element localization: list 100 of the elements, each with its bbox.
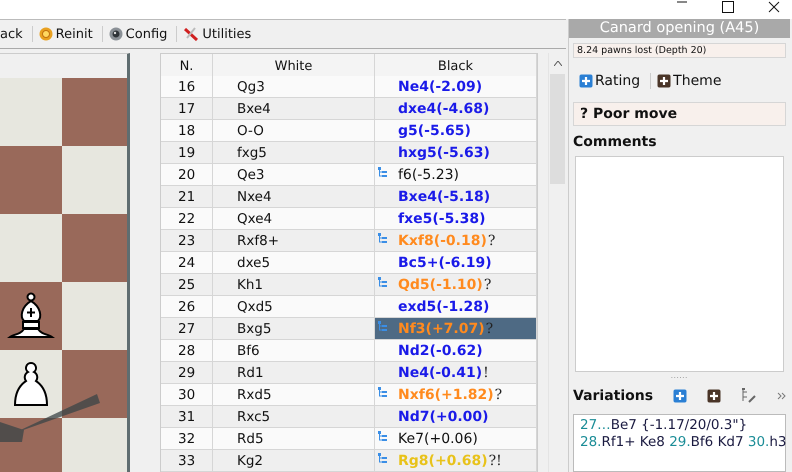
- edit-tree-button[interactable]: [741, 386, 758, 405]
- variation-moves[interactable]: Be7 {-1.17/20/0.3"}: [610, 417, 748, 434]
- table-cell: 27: [161, 318, 213, 340]
- variation-moves[interactable]: h3: [769, 434, 787, 450]
- maximize-icon[interactable]: [722, 1, 734, 13]
- table-cell[interactable]: dxe5: [213, 252, 375, 274]
- move-text: Bxe4(-5.18): [398, 188, 490, 204]
- toolbar-button[interactable]: Utilities: [177, 22, 260, 46]
- table-cell[interactable]: Kg2: [213, 450, 375, 472]
- comments-field[interactable]: [575, 156, 784, 372]
- table-cell: 18: [161, 120, 213, 142]
- plus-square-icon: [657, 74, 672, 88]
- table-cell[interactable]: Nxe4: [213, 186, 375, 208]
- table-cell: 25: [161, 274, 213, 296]
- move-cell[interactable]: Bc5+(-6.19): [375, 252, 537, 274]
- table-cell: 30: [161, 384, 213, 406]
- board-square[interactable]: [0, 350, 62, 418]
- table-cell[interactable]: Bf6: [213, 340, 375, 362]
- section-heading: Variations: [573, 388, 654, 404]
- move-cell[interactable]: Nd7(+0.00): [375, 406, 537, 428]
- toolbar-button[interactable]: Reinit: [32, 22, 102, 46]
- annotation-mark: ?!: [488, 452, 502, 468]
- toolbar-button[interactable]: ack: [0, 22, 32, 46]
- table-cell[interactable]: Rxc5: [213, 406, 375, 428]
- move-cell[interactable]: Rg8(+0.68)?!: [375, 450, 537, 472]
- opening-title: Canard opening (A45): [569, 19, 790, 38]
- table-cell: 21: [161, 186, 213, 208]
- table-cell[interactable]: Bxg5: [213, 318, 375, 340]
- scroll-up-icon[interactable]: [554, 61, 562, 66]
- move-text: exd5(-1.28): [398, 298, 490, 314]
- table-cell[interactable]: Bxe4: [213, 98, 375, 120]
- table-cell: 20: [161, 164, 213, 186]
- bishop-icon: [6, 291, 56, 341]
- table-cell: 17: [161, 98, 213, 120]
- move-text: fxe5(-5.38): [398, 210, 486, 226]
- move-text: hxg5(-5.63): [398, 144, 490, 160]
- toolbar-button[interactable]: Config: [102, 22, 176, 46]
- table-cell[interactable]: Rd1: [213, 362, 375, 384]
- board-square[interactable]: [0, 282, 62, 350]
- table-cell: 23: [161, 230, 213, 252]
- move-number[interactable]: 29.: [669, 434, 691, 450]
- table-cell[interactable]: Qxd5: [213, 296, 375, 318]
- annotation-mark: ?: [484, 276, 492, 292]
- table-cell[interactable]: Rd5: [213, 428, 375, 450]
- table-cell[interactable]: O-O: [213, 120, 375, 142]
- variation-moves[interactable]: Bf6 Kd7: [690, 434, 744, 450]
- move-cell[interactable]: f6(-5.23): [375, 164, 537, 186]
- add-button[interactable]: [707, 386, 722, 405]
- table-cell[interactable]: Kh1: [213, 274, 375, 296]
- move-cell[interactable]: Qd5(-1.10)?: [375, 274, 537, 296]
- tools-icon: [183, 26, 200, 42]
- table-cell: 26: [161, 296, 213, 318]
- move-cell[interactable]: exd5(-1.28): [375, 296, 537, 318]
- move-text: Ke7(+0.06): [398, 430, 478, 446]
- table-cell: 31: [161, 406, 213, 428]
- close-icon[interactable]: [768, 1, 780, 13]
- table-cell[interactable]: Rxf8+: [213, 230, 375, 252]
- gear-icon: [108, 27, 123, 41]
- table-cell[interactable]: Qg3: [213, 76, 375, 98]
- variation-moves[interactable]: Rf1+ Ke8: [601, 434, 665, 450]
- move-cell[interactable]: Ne4(-0.41)!: [375, 362, 537, 384]
- plus-square-icon: [673, 388, 688, 403]
- table-cell: 19: [161, 142, 213, 164]
- move-number[interactable]: 27…: [580, 417, 611, 434]
- move-text: Rg8(+0.68): [398, 452, 488, 468]
- annotation-mark: ?: [486, 320, 494, 336]
- chevron-icon: [777, 392, 788, 400]
- table-cell[interactable]: Qxe4: [213, 208, 375, 230]
- move-cell[interactable]: Nd2(-0.62): [375, 340, 537, 362]
- move-text: Nf3(+7.07): [398, 320, 485, 336]
- move-text: Ne4(-2.09): [398, 78, 482, 94]
- move-number[interactable]: 30.: [748, 434, 770, 450]
- move-text: Bc5+(-6.19): [398, 254, 492, 270]
- table-cell: 22: [161, 208, 213, 230]
- move-cell[interactable]: Ne4(-2.09): [375, 76, 537, 98]
- move-text: Ne4(-0.41): [398, 364, 482, 380]
- move-text: Nd2(-0.62): [398, 342, 483, 358]
- scrollbar[interactable]: [548, 53, 566, 472]
- move-cell[interactable]: g5(-5.65): [375, 120, 537, 142]
- move-cell[interactable]: hxg5(-5.63): [375, 142, 537, 164]
- table-cell[interactable]: fxg5: [213, 142, 375, 164]
- table-cell: 33: [161, 450, 213, 472]
- table-cell[interactable]: Qe3: [213, 164, 375, 186]
- add-variation-button[interactable]: [673, 386, 688, 405]
- move-number[interactable]: 28.: [580, 434, 602, 450]
- theme-button[interactable]: Theme: [651, 70, 732, 92]
- move-text: dxe4(-4.68): [398, 100, 490, 116]
- move-cell[interactable]: Ke7(+0.06): [375, 428, 537, 450]
- pawn-icon: [13, 361, 49, 407]
- move-cell[interactable]: Nxf6(+1.82)?: [375, 384, 537, 406]
- table-cell[interactable]: Rxd5: [213, 384, 375, 406]
- move-cell[interactable]: fxe5(-5.38): [375, 208, 537, 230]
- tree-pencil-icon: [741, 388, 758, 404]
- move-cell[interactable]: dxe4(-4.68): [375, 98, 537, 120]
- table-cell: 24: [161, 252, 213, 274]
- table-cell: 29: [161, 362, 213, 384]
- move-cell[interactable]: Bxe4(-5.18): [375, 186, 537, 208]
- rating-button[interactable]: Rating: [573, 70, 650, 92]
- table-cell: 32: [161, 428, 213, 450]
- move-cell[interactable]: Kxf8(-0.18)?: [375, 230, 537, 252]
